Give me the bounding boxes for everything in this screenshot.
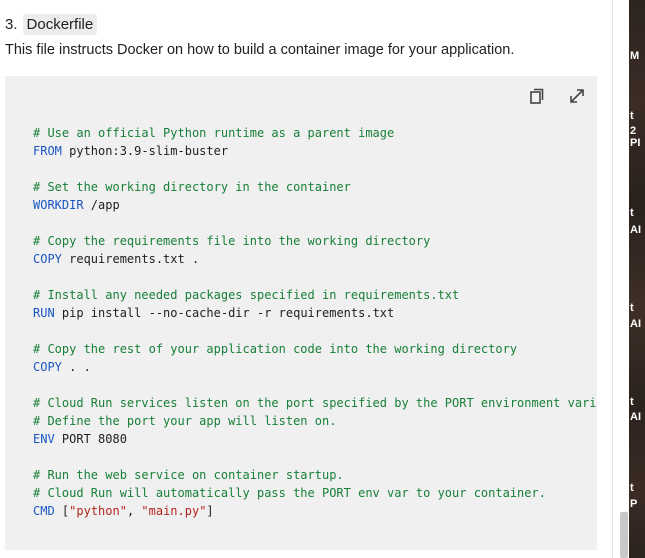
side-panel-text: t	[630, 302, 634, 314]
code-text: ]	[206, 504, 214, 518]
code-line: COPY . .	[33, 358, 597, 376]
panel-divider	[612, 0, 613, 558]
side-panel-thumbnails[interactable]: Mt2 PI t AI t AI t AI t P	[629, 0, 645, 558]
expand-code-button[interactable]	[566, 85, 588, 107]
code-text: requirements.txt .	[61, 252, 200, 266]
side-panel-text: t	[630, 207, 634, 219]
code-keyword: COPY	[33, 360, 62, 374]
side-panel-text: AI	[630, 318, 641, 330]
expand-icon	[570, 89, 584, 103]
code-keyword: ENV	[33, 432, 55, 446]
code-line: # Define the port your app will listen o…	[33, 412, 597, 430]
code-comment: # Cloud Run will automatically pass the …	[33, 486, 546, 500]
code-comment: # Copy the rest of your application code…	[33, 342, 518, 356]
code-line: COPY requirements.txt .	[33, 250, 597, 268]
code-keyword: RUN	[33, 306, 55, 320]
code-line: WORKDIR /app	[33, 196, 597, 214]
code-line: # Copy the requirements file into the wo…	[33, 232, 597, 250]
code-line: ENV PORT 8080	[33, 430, 597, 448]
code-comment: # Set the working directory in the conta…	[33, 180, 351, 194]
side-panel-text: M	[630, 50, 640, 62]
code-line: # Install any needed packages specified …	[33, 286, 597, 304]
code-comment: # Run the web service on container start…	[33, 468, 344, 482]
section-heading: 3. Dockerfile	[5, 14, 98, 36]
scrollbar-thumb[interactable]	[620, 512, 628, 558]
code-string: "main.py"	[141, 504, 207, 518]
code-comment: # Cloud Run services listen on the port …	[33, 396, 597, 410]
code-text: [	[54, 504, 70, 518]
code-text: PORT 8080	[54, 432, 127, 446]
code-comment: # Install any needed packages specified …	[33, 288, 460, 302]
code-text: pip install --no-cache-dir -r requiremen…	[54, 306, 395, 320]
section-number: 3.	[5, 16, 18, 33]
code-keyword: FROM	[33, 144, 62, 158]
copy-code-button[interactable]	[526, 85, 548, 107]
side-panel-text: AI	[630, 411, 641, 423]
side-panel-text: t	[630, 482, 634, 494]
code-comment: # Define the port your app will listen o…	[33, 414, 337, 428]
code-keyword: WORKDIR	[33, 198, 84, 212]
code-keyword: CMD	[33, 504, 55, 518]
code-line: RUN pip install --no-cache-dir -r requir…	[33, 304, 597, 322]
code-line: # Copy the rest of your application code…	[33, 340, 597, 358]
copy-icon	[530, 88, 544, 104]
section-title: Dockerfile	[22, 14, 98, 35]
code-text: /app	[83, 198, 120, 212]
code-line: FROM python:3.9-slim-buster	[33, 142, 597, 160]
code-line: # Set the working directory in the conta…	[33, 178, 597, 196]
code-line: # Cloud Run services listen on the port …	[33, 394, 597, 412]
side-panel-text: AI	[630, 224, 641, 236]
side-panel-text: t	[630, 110, 634, 122]
section-description: This file instructs Docker on how to bui…	[5, 42, 515, 58]
code-line: CMD ["python", "main.py"]	[33, 502, 597, 520]
code-keyword: COPY	[33, 252, 62, 266]
code-text: python:3.9-slim-buster	[61, 144, 229, 158]
code-comment: # Copy the requirements file into the wo…	[33, 234, 431, 248]
side-panel-text: t	[630, 396, 634, 408]
code-string: "python"	[69, 504, 127, 518]
code-text: ,	[126, 504, 142, 518]
code-content: # Use an official Python runtime as a pa…	[33, 124, 597, 520]
code-line: # Run the web service on container start…	[33, 466, 597, 484]
code-line: # Cloud Run will automatically pass the …	[33, 484, 597, 502]
side-panel-text: 2 PI	[630, 125, 641, 149]
code-block: # Use an official Python runtime as a pa…	[5, 76, 597, 550]
code-text: . .	[61, 360, 91, 374]
code-comment: # Use an official Python runtime as a pa…	[33, 126, 395, 140]
side-panel-text: P	[630, 498, 638, 510]
code-line: # Use an official Python runtime as a pa…	[33, 124, 597, 142]
